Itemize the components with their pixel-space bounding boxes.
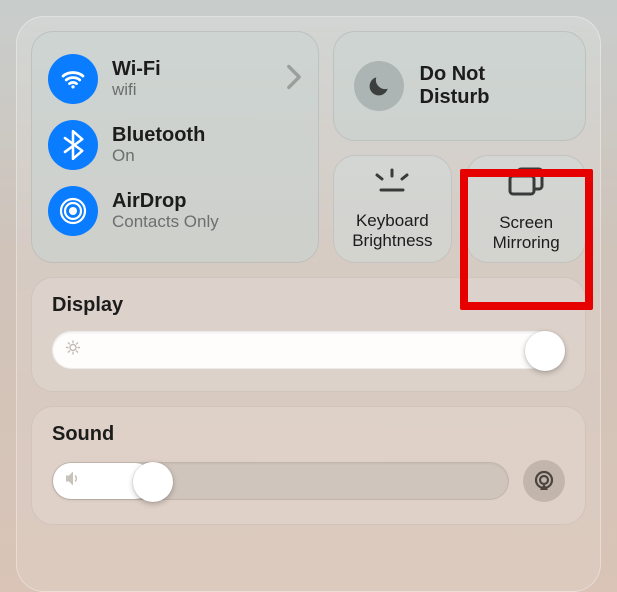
- sound-card: Sound: [31, 406, 586, 525]
- bluetooth-label: Bluetooth: [112, 124, 302, 146]
- chevron-right-icon[interactable]: [286, 64, 302, 95]
- sound-slider[interactable]: [52, 462, 509, 500]
- bluetooth-row[interactable]: Bluetooth On: [48, 112, 302, 178]
- display-card: Display: [31, 277, 586, 392]
- sound-slider-thumb[interactable]: [133, 462, 173, 502]
- airdrop-row[interactable]: AirDrop Contacts Only: [48, 178, 302, 244]
- bluetooth-text: Bluetooth On: [112, 124, 302, 166]
- wifi-label: Wi-Fi: [112, 58, 272, 80]
- airdrop-text: AirDrop Contacts Only: [112, 190, 302, 232]
- connectivity-card: Wi-Fi wifi Bluetooth On: [31, 31, 319, 263]
- airplay-audio-button[interactable]: [523, 460, 565, 502]
- screen-mirroring-icon: [506, 166, 546, 203]
- keyboard-brightness-icon: [370, 168, 414, 201]
- bluetooth-sub: On: [112, 146, 302, 166]
- display-slider-thumb[interactable]: [525, 331, 565, 371]
- top-row: Wi-Fi wifi Bluetooth On: [31, 31, 586, 263]
- display-slider-row: [52, 331, 565, 369]
- wifi-row[interactable]: Wi-Fi wifi: [48, 46, 302, 112]
- keyboard-brightness-label: Keyboard Brightness: [352, 211, 432, 250]
- do-not-disturb-tile[interactable]: Do Not Disturb: [333, 31, 587, 141]
- brightness-low-icon: [65, 340, 81, 361]
- control-center-panel: Wi-Fi wifi Bluetooth On: [16, 16, 601, 592]
- display-slider[interactable]: [52, 331, 565, 369]
- sound-slider-row: [52, 460, 565, 502]
- airplay-audio-icon: [532, 469, 556, 493]
- wifi-sub: wifi: [112, 80, 272, 100]
- airdrop-sub: Contacts Only: [112, 212, 302, 232]
- display-title: Display: [52, 294, 565, 317]
- bluetooth-icon: [48, 120, 98, 170]
- small-tiles-row: Keyboard Brightness Screen Mirroring: [333, 155, 587, 263]
- airdrop-label: AirDrop: [112, 190, 302, 212]
- keyboard-brightness-tile[interactable]: Keyboard Brightness: [333, 155, 453, 263]
- dnd-label-line2: Disturb: [420, 86, 490, 109]
- right-column: Do Not Disturb Keyboard Brightness: [333, 31, 587, 263]
- moon-icon: [354, 61, 404, 111]
- wifi-text: Wi-Fi wifi: [112, 58, 272, 100]
- screen-mirroring-label: Screen Mirroring: [493, 213, 560, 252]
- sound-title: Sound: [52, 423, 565, 446]
- screen-mirroring-tile[interactable]: Screen Mirroring: [466, 155, 586, 263]
- airdrop-icon: [48, 186, 98, 236]
- volume-low-icon: [65, 471, 83, 492]
- wifi-icon: [48, 54, 98, 104]
- dnd-text: Do Not Disturb: [420, 63, 490, 109]
- dnd-label-line1: Do Not: [420, 63, 490, 86]
